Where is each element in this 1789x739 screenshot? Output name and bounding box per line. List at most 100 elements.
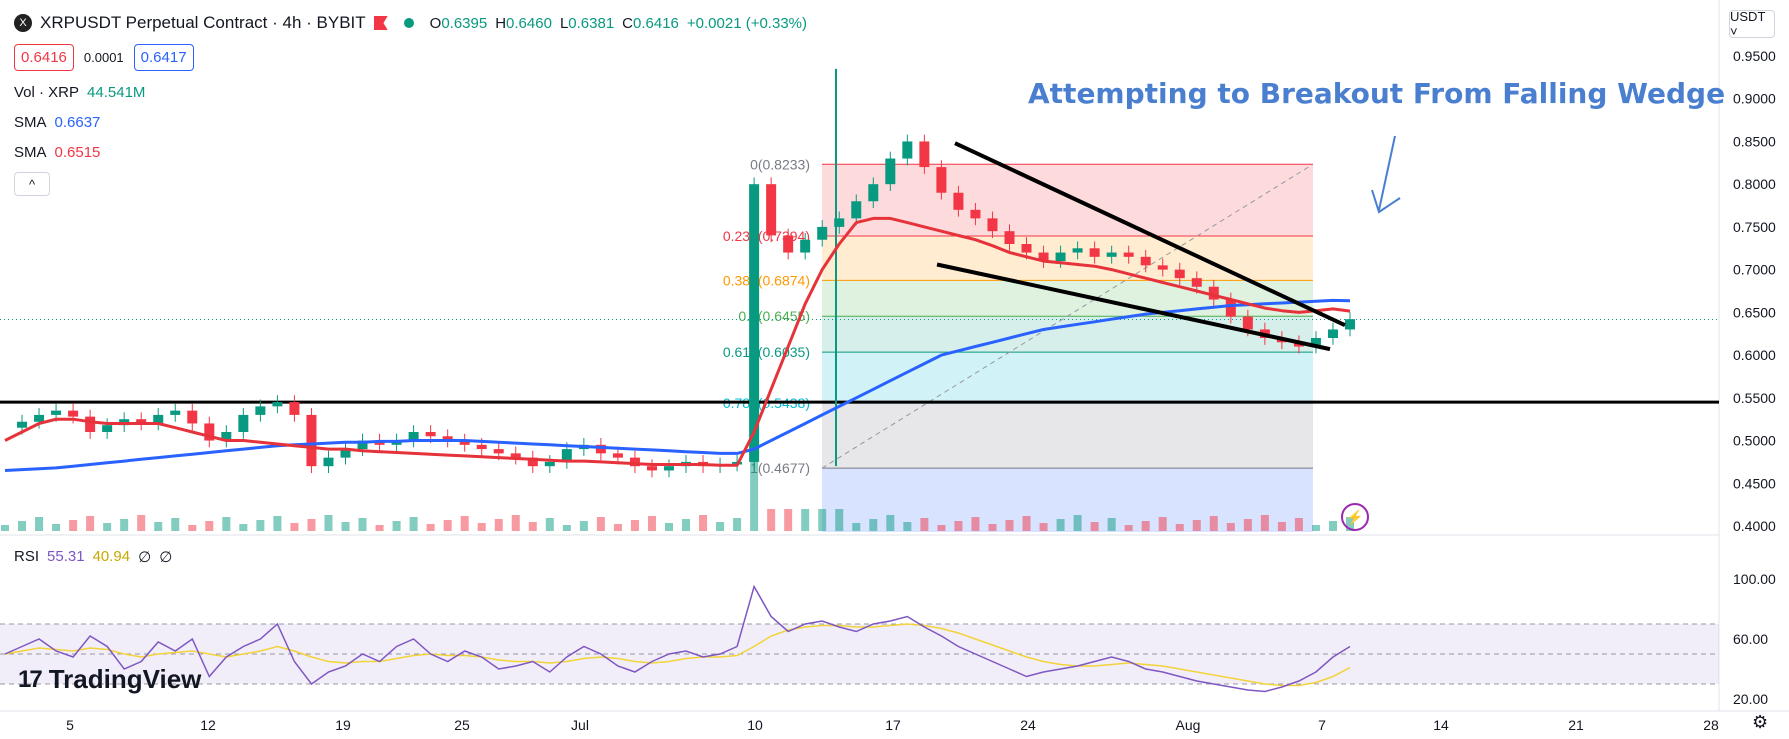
price-chart[interactable]: 0(0.8233)0.236(0.7394)0.382(0.6874)0.5(0… [0, 0, 1789, 739]
volume-bar [1090, 522, 1099, 531]
volume-bar [273, 516, 282, 531]
volume-bar [1209, 516, 1218, 531]
sma-legend-2[interactable]: SMA 0.6515 [14, 144, 100, 161]
volume-bar [1073, 515, 1082, 531]
time-axis-tick: Jul [571, 717, 589, 733]
volume-bar [409, 517, 418, 531]
sma-legend-1[interactable]: SMA 0.6637 [14, 114, 100, 131]
volume-bar [1141, 521, 1150, 531]
volume-bar [1, 525, 9, 531]
candle [544, 461, 555, 467]
volume-bar [596, 517, 605, 531]
volume-bar [18, 521, 27, 531]
volume-bar [103, 523, 112, 531]
xrp-logo-icon: X [14, 14, 32, 32]
volume-bar [784, 509, 793, 531]
ohlc-values: O0.6395 H0.6460 L0.6381 C0.6416 +0.0021 … [429, 14, 807, 32]
currency-selector[interactable]: USDT ˅ [1729, 9, 1775, 39]
buy-price-button[interactable]: 0.6417 [133, 44, 194, 71]
candle [1055, 252, 1066, 262]
volume-bar [954, 521, 963, 531]
volume-bar [511, 515, 520, 531]
volume-bar [1226, 523, 1235, 531]
volume-bar [528, 522, 537, 531]
candle [868, 184, 879, 202]
candle [1191, 278, 1202, 287]
price-axis-tick: 0.5000 [1733, 433, 1776, 449]
red-flag-icon[interactable] [373, 16, 388, 30]
collapse-legend-button[interactable]: ^ [14, 172, 50, 196]
price-axis-tick: 0.9000 [1733, 91, 1776, 107]
volume-bar [256, 520, 265, 531]
price-axis-tick: 0.6500 [1733, 304, 1776, 320]
price-axis-tick: 0.4500 [1733, 475, 1776, 491]
volume-bar [869, 519, 878, 531]
chart-header: X XRPUSDT Perpetual Contract · 4h · BYBI… [14, 10, 807, 36]
candle [102, 425, 113, 432]
time-axis-tick: 7 [1318, 717, 1326, 733]
price-change: +0.0021 (+0.33%) [686, 14, 807, 32]
volume-bar [460, 516, 469, 531]
candle [987, 218, 998, 232]
volume-bar [1277, 522, 1286, 531]
volume-bar [1056, 519, 1065, 531]
volume-bar [120, 519, 129, 531]
sell-price-button[interactable]: 0.6416 [14, 44, 74, 71]
volume-bar [477, 523, 486, 531]
volume-bar [375, 525, 384, 531]
time-axis-tick: 14 [1433, 717, 1449, 733]
price-axis-tick: 0.9500 [1733, 48, 1776, 64]
volume-bar [188, 525, 197, 531]
volume-bar [1328, 521, 1337, 531]
volume-bar [903, 522, 912, 531]
volume-bar [392, 521, 401, 531]
time-axis-tick: 21 [1568, 717, 1584, 733]
price-axis-tick: 0.5500 [1733, 390, 1776, 406]
candle [238, 414, 249, 432]
fib-zone [822, 403, 1313, 469]
volume-bar [443, 520, 452, 531]
volume-legend[interactable]: Vol · XRP 44.541M [14, 84, 145, 101]
volume-bar [171, 518, 180, 531]
volume-bar [239, 524, 248, 531]
fib-level-label: 0(0.8233) [750, 156, 810, 172]
candle [272, 402, 283, 407]
volume-bar [988, 524, 997, 531]
rsi-legend[interactable]: RSI 55.31 40.94 ∅ ∅ [14, 548, 172, 566]
candle [783, 235, 794, 253]
candle [612, 453, 623, 458]
time-axis-tick: 12 [200, 717, 216, 733]
rsi-axis-tick: 100.00 [1733, 571, 1776, 587]
volume-bar [154, 522, 163, 531]
candle [663, 466, 674, 471]
gear-icon[interactable]: ⚙ [1752, 712, 1768, 733]
candle [85, 416, 96, 432]
candle [306, 414, 317, 467]
volume-bar [920, 518, 929, 531]
candle [919, 141, 930, 168]
volume-bar [1260, 515, 1269, 531]
candle [851, 201, 862, 219]
candle [68, 410, 79, 417]
tradingview-logo: 17 TradingView [18, 664, 202, 694]
candle [1327, 329, 1338, 338]
candle [1242, 316, 1253, 330]
rsi-axis-tick: 60.00 [1733, 631, 1768, 647]
volume-bar [1175, 524, 1184, 531]
volume-bar [1022, 516, 1031, 531]
candle [323, 457, 334, 467]
symbol-title[interactable]: XRPUSDT Perpetual Contract · 4h · BYBIT [40, 13, 366, 33]
lightning-icon[interactable]: ⚡ [1341, 503, 1369, 531]
volume-bar [630, 520, 639, 531]
volume-bar [664, 523, 673, 531]
candle [1021, 244, 1032, 253]
volume-bar [835, 509, 844, 531]
volume-bar [222, 517, 231, 531]
volume-bar [562, 525, 571, 531]
candle [289, 402, 300, 415]
price-axis-tick: 0.6000 [1733, 347, 1776, 363]
candle [800, 239, 811, 253]
annotation-arrow [1378, 135, 1396, 211]
time-axis-tick: 25 [454, 717, 470, 733]
candle [34, 414, 45, 422]
